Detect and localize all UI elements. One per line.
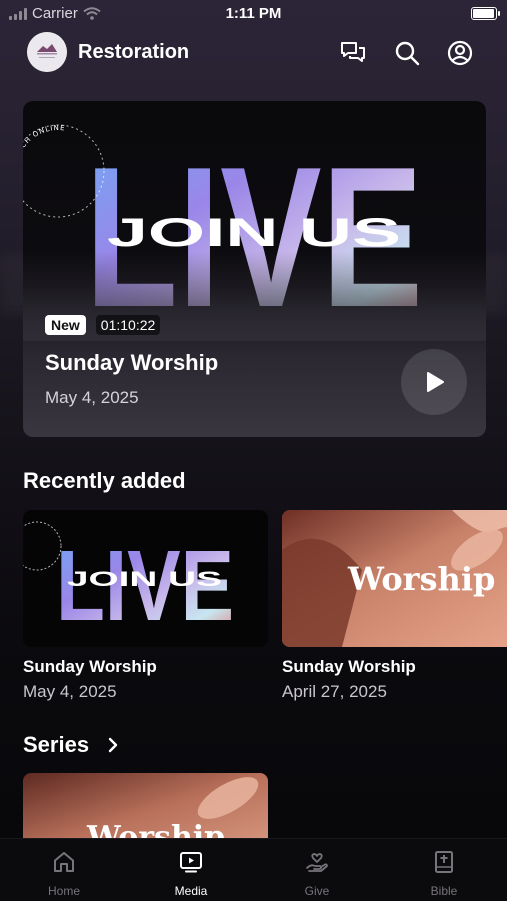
featured-date: May 4, 2025 <box>45 388 139 407</box>
tab-media[interactable]: Media <box>141 839 241 901</box>
tab-bar: Home Media Give Bible <box>0 838 507 901</box>
art-ring-text: CHURCH ONLINE <box>23 124 66 171</box>
play-icon <box>427 372 444 392</box>
tab-give[interactable]: Give <box>267 839 367 901</box>
tab-home-label: Home <box>47 884 80 898</box>
duration-badge: 01:10:22 <box>95 315 161 335</box>
tab-home[interactable]: Home <box>14 839 114 901</box>
home-icon <box>54 852 74 872</box>
tile-join-us-text: JOIN US <box>67 568 222 591</box>
battery-icon <box>471 7 500 20</box>
tab-media-label: Media <box>174 884 208 898</box>
tile-artwork-worship: Worship <box>282 510 507 647</box>
tile-worship-text: Worship <box>347 560 495 598</box>
give-icon <box>306 853 328 872</box>
app-header: Restoration <box>0 32 507 72</box>
series-header[interactable]: Series <box>23 732 119 758</box>
status-bar: Carrier 1:11 PM <box>0 0 507 28</box>
tile-2-title: Sunday Worship <box>282 657 416 676</box>
featured-card[interactable]: LIVE JOIN US CHURCH ONLINE New 01:10:22 … <box>23 101 486 437</box>
tile-1-title: Sunday Worship <box>23 657 157 676</box>
profile-icon[interactable] <box>447 40 473 66</box>
media-tile-1[interactable]: LIVE JOIN US <box>23 510 268 647</box>
new-badge: New <box>45 315 86 335</box>
chat-icon[interactable] <box>340 40 366 66</box>
tv-icon <box>180 852 202 873</box>
recently-added-heading: Recently added <box>23 468 186 493</box>
tile-artwork-live: LIVE JOIN US <box>23 521 234 642</box>
tab-bible[interactable]: Bible <box>394 839 494 901</box>
tab-bible-label: Bible <box>430 884 458 898</box>
series-heading: Series <box>23 732 90 757</box>
tab-give-label: Give <box>304 884 330 898</box>
art-join-us-text: JOIN US <box>107 211 401 255</box>
battery-fill <box>473 9 494 18</box>
bible-icon <box>435 851 453 873</box>
status-time: 1:11 PM <box>225 5 282 22</box>
tile-1-date: May 4, 2025 <box>23 682 117 701</box>
featured-badges: New 01:10:22 <box>45 315 161 335</box>
search-icon[interactable] <box>394 40 420 66</box>
app-title: Restoration <box>78 41 190 63</box>
church-logo-icon <box>27 32 67 72</box>
church-logo-avatar[interactable] <box>27 32 67 72</box>
play-button[interactable] <box>401 349 467 415</box>
chevron-right-icon <box>108 737 118 753</box>
tile-2-date: April 27, 2025 <box>282 682 387 701</box>
media-tile-2[interactable]: Worship <box>282 510 507 647</box>
featured-title: Sunday Worship <box>45 350 219 375</box>
